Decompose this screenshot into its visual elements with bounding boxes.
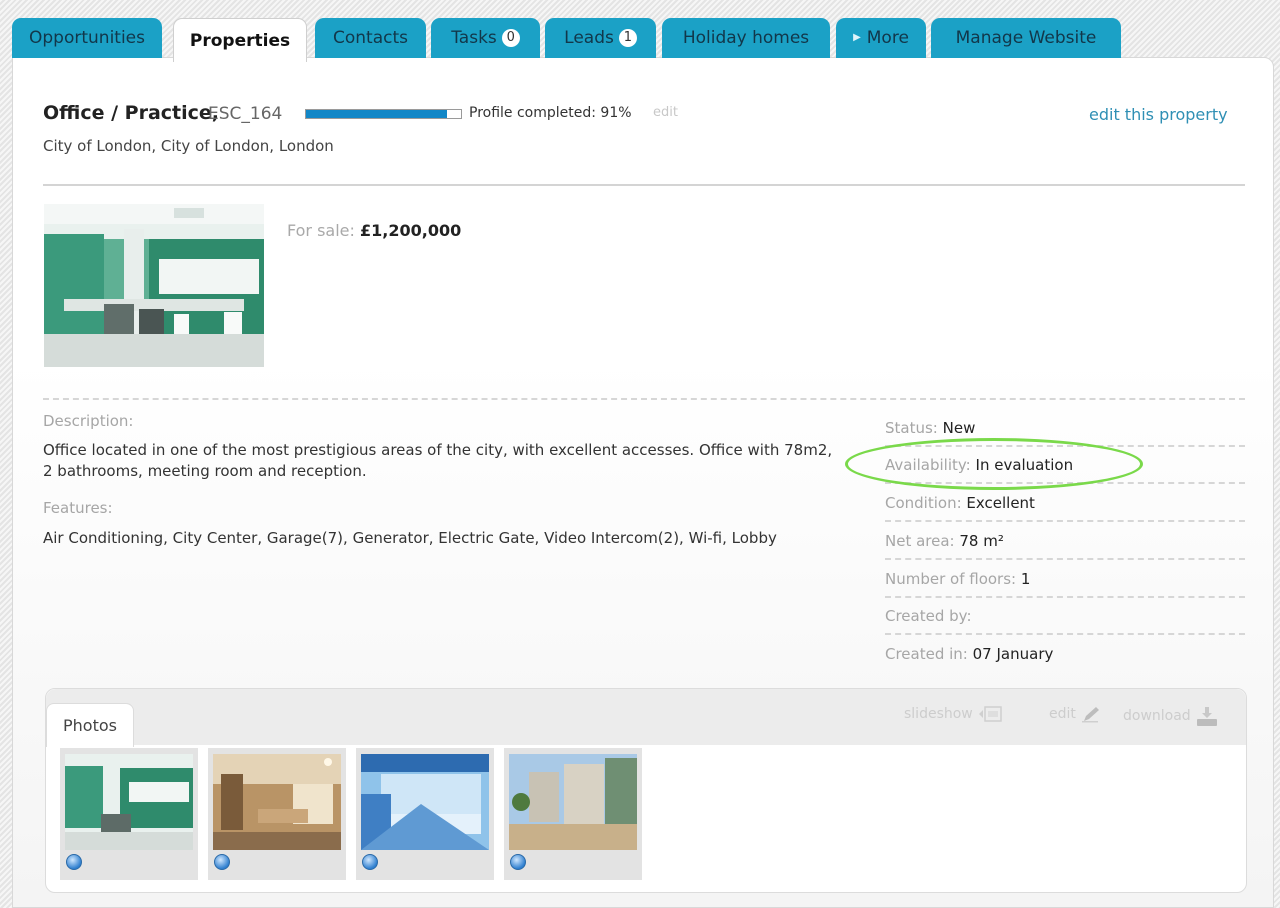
detail-label: Number of floors:: [885, 570, 1017, 588]
property-title: Office / Practice,: [43, 102, 220, 124]
detail-value: 07 January: [972, 645, 1054, 663]
profile-progress-fill: [306, 110, 448, 118]
detail-condition: Condition: Excellent: [885, 485, 1245, 522]
zoom-icon[interactable]: [510, 854, 526, 870]
detail-label: Created by:: [885, 607, 972, 625]
highlight-ellipse: [845, 438, 1143, 490]
sale-price: For sale: £1,200,000: [287, 221, 461, 240]
photos-section: Photos slideshow edit download: [45, 688, 1247, 893]
profile-progress-bar: [305, 109, 462, 119]
photo-thumbnail[interactable]: [208, 748, 346, 880]
main-property-photo[interactable]: [44, 204, 264, 367]
arrow-right-icon: ▶: [853, 32, 861, 43]
tab-leads[interactable]: Leads 1: [545, 18, 656, 58]
property-code: ESC_164: [208, 104, 283, 124]
tab-holiday-homes[interactable]: Holiday homes: [662, 18, 830, 58]
tab-tasks[interactable]: Tasks 0: [431, 18, 540, 58]
tasks-count-badge: 0: [501, 29, 520, 47]
detail-floors: Number of floors: 1: [885, 561, 1245, 598]
zoom-icon[interactable]: [66, 854, 82, 870]
pencil-icon: [1080, 705, 1102, 723]
detail-value: Excellent: [966, 494, 1035, 512]
property-location: City of London, City of London, London: [43, 137, 334, 155]
tab-label: More: [866, 28, 909, 48]
detail-label: Created in:: [885, 645, 968, 663]
tab-label: Manage Website: [955, 28, 1097, 48]
tab-more[interactable]: ▶ More: [836, 18, 926, 58]
download-photos-button[interactable]: download: [1123, 705, 1219, 727]
zoom-icon[interactable]: [214, 854, 230, 870]
property-panel: Office / Practice, ESC_164 Profile compl…: [12, 57, 1274, 908]
photo-thumbnail[interactable]: [504, 748, 642, 880]
photo-thumbnail[interactable]: [60, 748, 198, 880]
download-icon: [1195, 705, 1219, 727]
tab-label: Tasks: [451, 28, 497, 48]
tab-contacts[interactable]: Contacts: [315, 18, 426, 58]
edit-property-link[interactable]: edit this property: [1089, 105, 1228, 124]
slideshow-icon: [977, 705, 1003, 723]
detail-label: Condition:: [885, 494, 962, 512]
tab-properties[interactable]: Properties: [173, 18, 307, 62]
features-label: Features:: [43, 499, 113, 517]
tab-label: Properties: [189, 30, 291, 51]
detail-net-area: Net area: 78 m²: [885, 523, 1245, 560]
divider: [43, 184, 1245, 186]
photo-thumbnail[interactable]: [356, 748, 494, 880]
tab-label: Leads: [564, 28, 614, 48]
leads-count-badge: 1: [618, 29, 637, 47]
profile-completed-text: Profile completed: 91%: [469, 105, 632, 121]
tab-opportunities[interactable]: Opportunities: [12, 18, 162, 58]
edit-photos-button[interactable]: edit: [1049, 705, 1102, 723]
dashed-divider: [43, 398, 1245, 400]
photos-tab[interactable]: Photos: [46, 703, 134, 747]
tab-label: Opportunities: [29, 28, 145, 48]
zoom-icon[interactable]: [362, 854, 378, 870]
detail-value: 1: [1020, 570, 1031, 588]
description-label: Description:: [43, 412, 134, 430]
tab-label: Contacts: [333, 28, 408, 48]
description-text: Office located in one of the most presti…: [43, 441, 833, 480]
slideshow-label: slideshow: [904, 706, 973, 722]
profile-edit-link[interactable]: edit: [653, 105, 678, 120]
tab-manage-website[interactable]: Manage Website: [931, 18, 1121, 58]
slideshow-button[interactable]: slideshow: [904, 705, 1003, 723]
sale-label: For sale:: [287, 221, 355, 240]
detail-value: New: [942, 419, 976, 437]
features-text: Air Conditioning, City Center, Garage(7)…: [43, 529, 777, 547]
download-label: download: [1123, 708, 1191, 724]
detail-created-in: Created in: 07 January: [885, 636, 1245, 673]
tab-label: Holiday homes: [682, 28, 810, 48]
edit-photos-label: edit: [1049, 706, 1076, 722]
detail-created-by: Created by:: [885, 598, 1245, 635]
detail-label: Net area:: [885, 532, 955, 550]
detail-label: Status:: [885, 419, 938, 437]
detail-value: 78 m²: [959, 532, 1004, 550]
price-value: £1,200,000: [360, 221, 462, 240]
